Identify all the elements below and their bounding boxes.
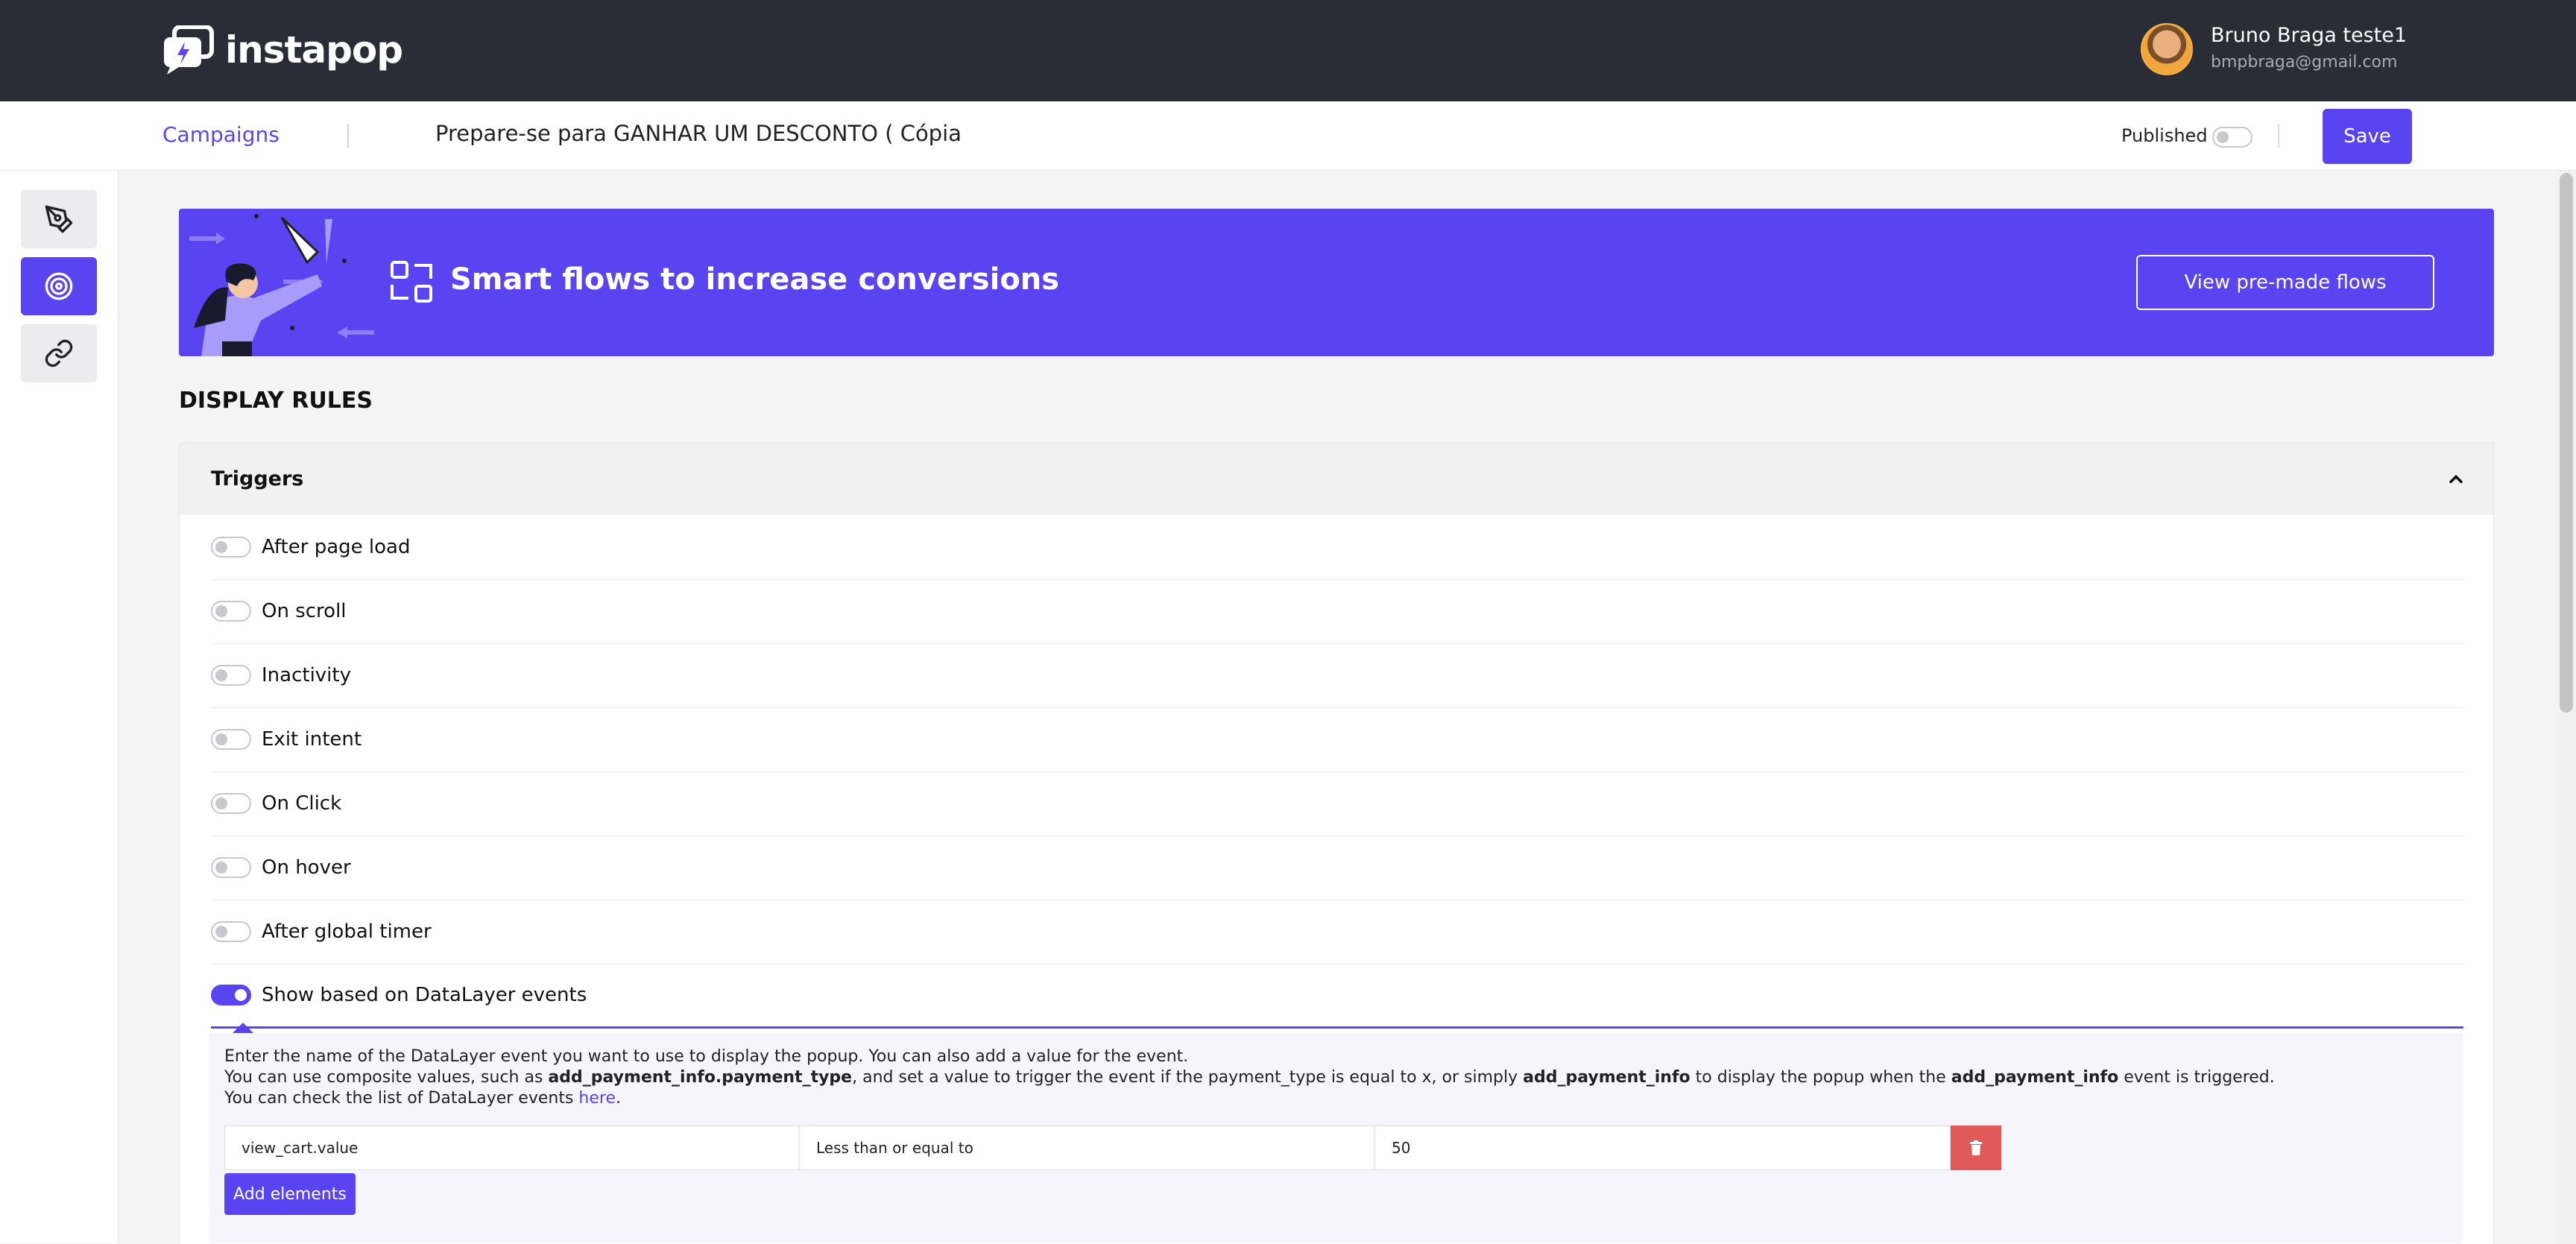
trigger-exit-intent: Exit intent [211, 707, 2463, 772]
trigger-toggle[interactable] [211, 665, 251, 686]
target-icon [45, 272, 73, 300]
toggle-knob [215, 733, 227, 745]
datalayer-settings: Enter the name of the DataLayer event yo… [209, 1033, 2462, 1243]
code-term: add_payment_info [1523, 1068, 1690, 1087]
toggle-knob [2217, 131, 2229, 143]
smart-flows-banner: Smart flows to increase conversions View… [179, 209, 2494, 356]
woman-megaphone-illustration [189, 214, 374, 356]
help-text: . [615, 1089, 621, 1108]
help-line: Enter the name of the DataLayer event yo… [224, 1047, 1189, 1066]
trigger-toggle[interactable] [211, 985, 251, 1005]
trigger-on-hover: On hover [211, 836, 2463, 900]
event-name-input[interactable]: view_cart.value [224, 1125, 800, 1170]
trigger-toggle[interactable] [211, 857, 251, 878]
top-navbar: instapop Bruno Braga teste1 bmpbraga@gma… [0, 0, 2576, 101]
value-input[interactable]: 50 [1375, 1125, 1951, 1170]
user-menu[interactable]: Bruno Braga teste1 bmpbraga@gmail.com [2141, 22, 2407, 76]
trigger-on-click: On Click [211, 771, 2463, 836]
trigger-toggle[interactable] [211, 793, 251, 814]
sidebar-item-integrations[interactable] [21, 324, 97, 382]
user-name: Bruno Braga teste1 [2211, 24, 2408, 47]
datalayer-help-text: Enter the name of the DataLayer event yo… [224, 1046, 2446, 1109]
trigger-label: On Click [262, 792, 342, 815]
toggle-knob [215, 541, 227, 553]
pen-tool-icon [45, 205, 73, 233]
user-email: bmpbraga@gmail.com [2211, 53, 2398, 72]
help-line: You can check the list of DataLayer even… [224, 1088, 2446, 1109]
app-logo[interactable]: instapop [162, 25, 403, 75]
trigger-toggle[interactable] [211, 729, 251, 750]
help-text: You can use composite values, such as [224, 1068, 549, 1087]
triggers-accordion-header[interactable]: Triggers [180, 443, 2493, 515]
trigger-after-global-timer: After global timer [211, 900, 2463, 964]
trigger-label: Inactivity [262, 664, 351, 686]
operator-select[interactable]: Less than or equal to [800, 1125, 1375, 1170]
save-button[interactable]: Save [2323, 109, 2412, 164]
trigger-datalayer-events: Show based on DataLayer events [211, 964, 2463, 1029]
trigger-label: On scroll [262, 600, 347, 622]
campaign-title[interactable]: Prepare-se para GANHAR UM DESCONTO ( Cóp… [435, 121, 962, 146]
published-toggle[interactable] [2212, 127, 2253, 148]
trigger-label: Exit intent [262, 728, 362, 751]
banner-title: Smart flows to increase conversions [450, 262, 1060, 297]
link-icon [45, 339, 73, 367]
help-text: You can check the list of DataLayer even… [224, 1089, 579, 1108]
active-indicator-caret [233, 1023, 253, 1033]
divider [2278, 124, 2279, 148]
sidebar-item-design[interactable] [21, 190, 97, 248]
trigger-on-scroll: On scroll [211, 579, 2463, 644]
toggle-knob [215, 605, 227, 617]
flow-icon [391, 261, 432, 303]
panel-title: Triggers [211, 467, 304, 490]
add-elements-button[interactable]: Add elements [224, 1173, 356, 1215]
datalayer-events-link[interactable]: here [578, 1089, 616, 1108]
toggle-knob [215, 669, 227, 681]
chevron-up-icon[interactable] [2446, 469, 2466, 490]
toggle-knob [215, 798, 227, 809]
trigger-label: Show based on DataLayer events [262, 984, 587, 1006]
published-label: Published [2121, 125, 2208, 146]
avatar[interactable] [2141, 23, 2193, 75]
toggle-knob [215, 862, 227, 874]
instapop-logo-icon [164, 25, 214, 75]
app-name: instapop [225, 28, 403, 72]
trigger-toggle[interactable] [211, 921, 251, 942]
trigger-label: After global timer [262, 921, 432, 943]
toggle-knob [235, 989, 247, 1001]
view-premade-flows-button[interactable]: View pre-made flows [2136, 255, 2434, 310]
code-term: add_payment_info [1951, 1068, 2119, 1087]
sidebar [0, 171, 119, 1243]
help-text: event is triggered. [2118, 1068, 2275, 1087]
trigger-label: After page load [262, 536, 411, 558]
sidebar-item-targeting[interactable] [21, 257, 97, 315]
trigger-after-page-load: After page load [211, 515, 2463, 580]
trigger-label: On hover [262, 856, 351, 879]
help-text: , and set a value to trigger the event i… [852, 1068, 1524, 1087]
scrollbar-thumb[interactable] [2560, 173, 2573, 713]
delete-condition-button[interactable] [1951, 1125, 2001, 1170]
help-text: to display the popup when the [1690, 1068, 1951, 1087]
trigger-toggle[interactable] [211, 537, 251, 558]
trigger-toggle[interactable] [211, 601, 251, 622]
condition-row: view_cart.value Less than or equal to 50 [224, 1125, 2001, 1170]
toggle-knob [215, 926, 227, 938]
campaigns-link[interactable]: Campaigns [162, 122, 280, 147]
trash-icon [1970, 1140, 1982, 1155]
code-term: add_payment_info.payment_type [548, 1068, 853, 1087]
divider [347, 124, 349, 148]
section-title: DISPLAY RULES [179, 388, 373, 414]
campaign-header: Campaigns Prepare-se para GANHAR UM DESC… [0, 101, 2576, 171]
trigger-inactivity: Inactivity [211, 643, 2463, 708]
help-line: You can use composite values, such as ad… [224, 1067, 2446, 1088]
